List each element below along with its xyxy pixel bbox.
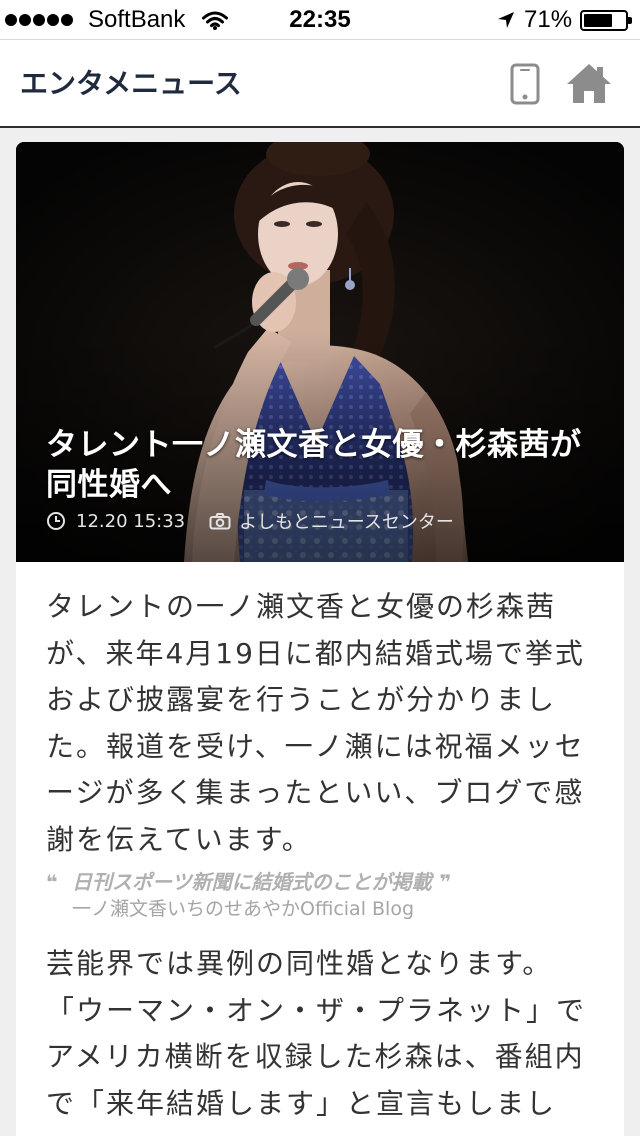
- hero-caption: タレント一ノ瀬文香と女優・杉森茜が同性婚へ 12.20 15:33 よしもとニュ…: [46, 425, 594, 533]
- quote-line: ❝ 日刊スポーツ新聞に結婚式のことが掲載 ❞: [46, 868, 594, 896]
- quote-close-mark: ❞: [439, 870, 452, 894]
- home-button[interactable]: [566, 62, 612, 104]
- article-paragraph: 芸能界では異例の同性婚となります。「ウーマン・オン・ザ・プラネット」でアメリカ横…: [46, 947, 587, 1120]
- article-paragraph: タレントの一ノ瀬文香と女優の杉森茜が、来年4月19日に都内結婚式場で挙式および披…: [46, 590, 585, 856]
- smartphone-icon[interactable]: [508, 62, 542, 106]
- quote-text: 日刊スポーツ新聞に結婚式のことが掲載: [72, 870, 432, 894]
- content-scroll-area[interactable]: タレント一ノ瀬文香と女優・杉森茜が同性婚へ 12.20 15:33 よしもとニュ…: [0, 128, 640, 1136]
- status-bar: SoftBank 22:35 71%: [0, 0, 640, 40]
- app-header: エンタメニュース: [0, 40, 640, 128]
- article-meta: 12.20 15:33 よしもとニュースセンター: [46, 509, 594, 533]
- carrier-name: SoftBank: [88, 6, 186, 33]
- battery-icon: [580, 10, 632, 31]
- home-icon[interactable]: [566, 62, 612, 104]
- camera-icon: [209, 513, 231, 530]
- battery-nub: [628, 17, 632, 24]
- signal-dot: [61, 14, 73, 26]
- article-hero: タレント一ノ瀬文香と女優・杉森茜が同性婚へ 12.20 15:33 よしもとニュ…: [16, 142, 624, 562]
- signal-strength: [5, 14, 73, 26]
- article-title: タレント一ノ瀬文香と女優・杉森茜が同性婚へ: [46, 427, 582, 503]
- device-view-button[interactable]: [508, 62, 542, 106]
- clock-icon: [47, 512, 65, 530]
- article-published-time: 12.20 15:33: [76, 510, 186, 532]
- status-time: 22:35: [289, 6, 351, 33]
- signal-dot: [19, 14, 31, 26]
- article-body: タレントの一ノ瀬文香と女優の杉森茜が、来年4月19日に都内結婚式場で挙式および披…: [16, 562, 624, 1127]
- photo-credit: よしもとニュースセンター: [239, 512, 454, 533]
- article-card: タレント一ノ瀬文香と女優・杉森茜が同性婚へ 12.20 15:33 よしもとニュ…: [16, 142, 624, 1136]
- battery-level-fill: [584, 14, 613, 27]
- location-arrow-icon: [498, 12, 514, 28]
- page-title: エンタメニュース: [20, 67, 242, 100]
- signal-dot: [5, 14, 17, 26]
- quote-open-mark: ❝: [46, 870, 58, 894]
- wifi-icon: [202, 11, 228, 30]
- blog-quote: ❝ 日刊スポーツ新聞に結婚式のことが掲載 ❞ 一ノ瀬文香いちのせあやかOffic…: [46, 868, 594, 922]
- battery-percentage: 71%: [524, 6, 573, 33]
- quote-source-link[interactable]: 一ノ瀬文香いちのせあやかOfficial Blog: [46, 896, 594, 922]
- signal-dot: [47, 14, 59, 26]
- signal-dot: [33, 14, 45, 26]
